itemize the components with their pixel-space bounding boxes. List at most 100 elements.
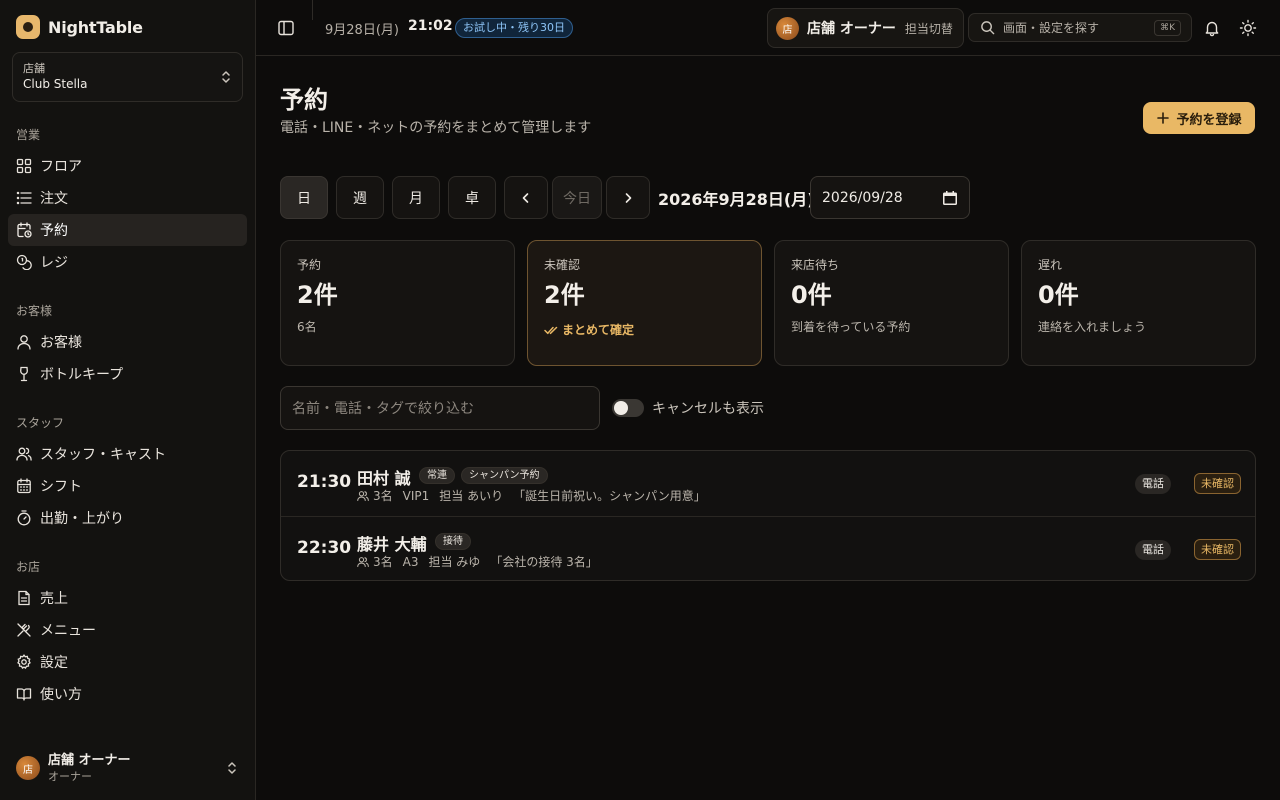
sidebar: NightTable 店舗 Club Stella 営業 フロア 注文 予約 レ… <box>0 0 256 800</box>
stat-sub: 連絡を入れましょう <box>1038 320 1147 334</box>
header-date: 9月28日(月) <box>325 23 399 38</box>
reservation-row[interactable]: 21:30 田村 誠 常連 シャンパン予約 3名 VIP1 担当 あいり 「誕生… <box>281 451 1255 516</box>
sidebar-item-label: シフト <box>40 479 82 495</box>
sidebar-item-label: ボトルキープ <box>40 367 124 383</box>
trial-badge[interactable]: お試し中・残り30日 <box>455 18 573 38</box>
page-subtitle: 電話・LINE・ネットの予約をまとめて管理します <box>280 120 592 136</box>
stat-card-unconfirmed: 未確認 2件 まとめて確定 <box>527 240 762 366</box>
coins-icon <box>16 254 32 270</box>
avatar: 店 <box>16 756 40 780</box>
show-cancelled-toggle[interactable] <box>612 399 644 417</box>
filter-input[interactable]: 名前・電話・タグで絞り込む <box>280 386 600 430</box>
view-month-button[interactable]: 月 <box>392 176 440 219</box>
list-icon <box>16 191 32 205</box>
reservation-time: 22:30 <box>297 538 352 558</box>
stat-label: 来店待ち <box>791 258 840 272</box>
sidebar-item-reservations[interactable]: 予約 <box>8 214 247 246</box>
brand[interactable]: NightTable <box>16 15 143 39</box>
date-value: 2026/09/28 <box>822 189 903 206</box>
topbar: 9月28日(月) 21:02 お試し中・残り30日 店 店舗 オーナー 担当切替… <box>256 0 1280 56</box>
search-input[interactable]: 画面・設定を探す ⌘K <box>968 13 1192 42</box>
nav-section-title: お客様 <box>16 304 53 318</box>
nav-section-title: 営業 <box>16 128 41 142</box>
stat-sub: 到着を待っている予約 <box>791 320 911 334</box>
confirm-all-button[interactable]: まとめて確定 <box>544 321 745 338</box>
view-table-button[interactable]: 卓 <box>448 176 496 219</box>
customer-tag: シャンパン予約 <box>461 467 548 484</box>
staff-switch-button[interactable]: 店 店舗 オーナー 担当切替 <box>767 8 964 48</box>
view-day-button[interactable]: 日 <box>280 176 328 219</box>
users-icon <box>357 490 369 501</box>
sidebar-item-settings[interactable]: 設定 <box>8 646 247 678</box>
stat-label: 予約 <box>297 258 322 272</box>
reservation-list: 21:30 田村 誠 常連 シャンパン予約 3名 VIP1 担当 あいり 「誕生… <box>280 450 1256 581</box>
account-role: オーナー <box>48 770 92 783</box>
sidebar-item-register[interactable]: レジ <box>8 246 247 278</box>
stat-label: 未確認 <box>544 258 581 272</box>
store-switcher[interactable]: 店舗 Club Stella <box>12 52 243 102</box>
sidebar-item-orders[interactable]: 注文 <box>8 182 247 214</box>
table-name: A3 <box>402 554 419 569</box>
chevron-right-icon <box>625 192 632 203</box>
plus-icon <box>1157 112 1170 124</box>
calendar-icon <box>17 478 31 494</box>
sidebar-item-label: 出勤・上がり <box>40 511 124 527</box>
sidebar-item-sales[interactable]: 売上 <box>8 582 247 614</box>
search-placeholder: 画面・設定を探す <box>1003 21 1100 35</box>
date-picker-input[interactable]: 2026/09/28 <box>810 176 970 219</box>
sidebar-item-floor[interactable]: フロア <box>8 150 247 182</box>
status-badge[interactable]: 未確認 <box>1194 473 1241 494</box>
bell-icon[interactable] <box>1203 19 1221 37</box>
sidebar-item-bottle-keep[interactable]: ボトルキープ <box>8 358 247 390</box>
users-icon <box>16 447 32 461</box>
sidebar-item-menu[interactable]: メニュー <box>8 614 247 646</box>
sidebar-item-customers[interactable]: お客様 <box>8 326 247 358</box>
header-time: 21:02 <box>408 18 453 34</box>
next-day-button[interactable] <box>606 176 650 219</box>
customer-tag: 常連 <box>419 467 455 484</box>
stat-card-awaiting: 来店待ち 0件 到着を待っている予約 <box>774 240 1009 366</box>
channel-badge: 電話 <box>1135 474 1171 494</box>
channel-badge: 電話 <box>1135 540 1171 560</box>
check-double-icon <box>544 326 558 334</box>
prev-day-button[interactable] <box>504 176 548 219</box>
sidebar-item-label: スタッフ・キャスト <box>40 447 166 463</box>
add-reservation-button[interactable]: 予約を登録 <box>1143 102 1255 134</box>
sidebar-item-label: お客様 <box>40 335 82 351</box>
stat-sub: 6名 <box>297 320 317 334</box>
reservation-time: 21:30 <box>297 472 352 492</box>
shortcut-hint: ⌘K <box>1154 20 1181 36</box>
owner-name: 店舗 オーナー <box>807 21 896 37</box>
stat-label: 遅れ <box>1038 258 1063 272</box>
account-name: 店舗 オーナー <box>48 753 131 768</box>
reservation-note: 「会社の接待 3名」 <box>490 555 598 569</box>
sidebar-toggle-icon[interactable] <box>276 18 296 38</box>
utensils-icon <box>17 623 31 637</box>
sidebar-item-guide[interactable]: 使い方 <box>8 678 247 710</box>
sidebar-item-attendance[interactable]: 出勤・上がり <box>8 502 247 534</box>
app-name: NightTable <box>48 17 143 37</box>
customer-name: 田村 誠 <box>357 469 411 488</box>
sidebar-item-staff[interactable]: スタッフ・キャスト <box>8 438 247 470</box>
current-date: 2026年9月28日(月) <box>658 190 815 209</box>
sidebar-item-shift[interactable]: シフト <box>8 470 247 502</box>
customer-tag: 接待 <box>435 533 471 550</box>
assigned-staff: 担当 みゆ <box>428 555 481 569</box>
store-label: 店舗 <box>23 62 45 75</box>
reservation-meta: 3名 VIP1 担当 あいり 「誕生日前祝い。シャンパン用意」 <box>357 487 706 504</box>
theme-toggle-icon[interactable] <box>1239 19 1257 37</box>
assigned-staff: 担当 あいり <box>439 489 504 503</box>
stat-value: 2件 <box>544 281 585 309</box>
reservation-row[interactable]: 22:30 藤井 大輔 接待 3名 A3 担当 みゆ 「会社の接待 3名」 電話… <box>281 516 1255 580</box>
table-name: VIP1 <box>402 488 430 503</box>
account-menu[interactable]: 店 店舗 オーナー オーナー <box>16 752 242 784</box>
calendar-icon[interactable] <box>943 191 957 205</box>
tag-list: 接待 <box>435 533 471 550</box>
stat-value: 0件 <box>791 281 832 309</box>
nav-section-title: スタッフ <box>16 416 65 430</box>
add-button-label: 予約を登録 <box>1176 112 1242 128</box>
status-badge[interactable]: 未確認 <box>1194 539 1241 560</box>
chevron-left-icon <box>522 192 529 203</box>
today-button[interactable]: 今日 <box>552 176 602 219</box>
view-week-button[interactable]: 週 <box>336 176 384 219</box>
